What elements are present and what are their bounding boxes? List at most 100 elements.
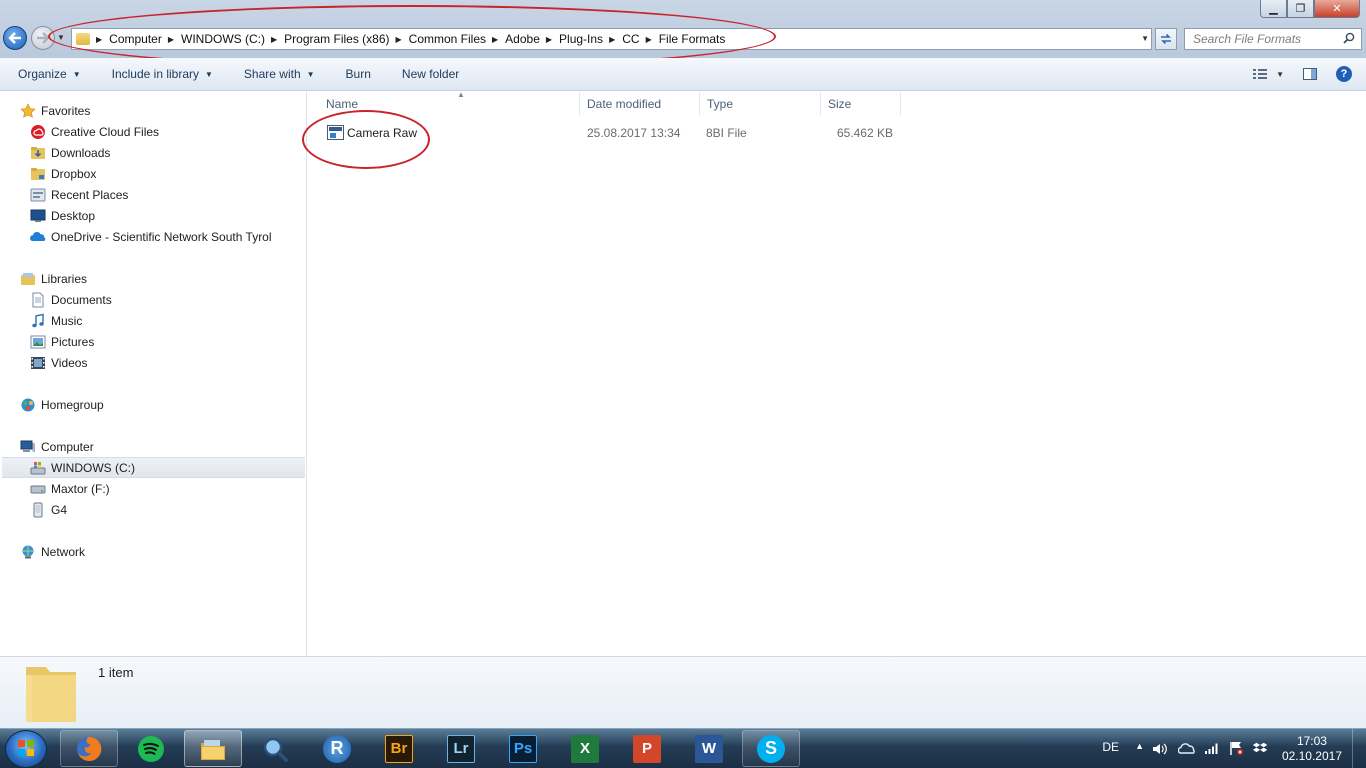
refresh-button[interactable] <box>1155 28 1177 50</box>
documents-icon <box>32 292 44 307</box>
chevron-down-icon: ▼ <box>306 69 315 79</box>
preview-pane-icon[interactable] <box>1302 66 1318 82</box>
breadcrumb-separator-icon[interactable]: ▶ <box>396 35 402 44</box>
address-bar[interactable]: ▶ Computer ▶ WINDOWS (C:) ▶ Program Files … <box>71 28 1152 50</box>
action-center-flag-icon[interactable] <box>1228 740 1244 756</box>
taskbar-file-explorer[interactable] <box>184 730 242 767</box>
taskbar-powerpoint[interactable]: P <box>618 730 676 767</box>
column-header-type[interactable]: Type <box>700 92 821 116</box>
word-icon: W <box>695 734 723 763</box>
taskbar-firefox[interactable] <box>60 730 118 767</box>
breadcrumb-item[interactable]: Computer ▶ <box>109 32 181 46</box>
nav-item-maxtor-f[interactable]: Maxtor (F:) <box>0 478 305 499</box>
taskbar-photoshop[interactable]: Ps <box>494 730 552 767</box>
title-bar: ▁ ❐ ✕ ▼ ▶ Computer ▶ WINDOWS (C:) ▶ Progra… <box>0 0 1366 58</box>
details-pane: 1 item <box>0 656 1366 728</box>
nav-item-documents[interactable]: Documents <box>0 289 305 310</box>
breadcrumb-separator-icon[interactable]: ▶ <box>492 35 498 44</box>
breadcrumb-item[interactable]: WINDOWS (C:) ▶ <box>181 32 284 46</box>
change-view-button[interactable]: ▼ <box>1252 66 1284 82</box>
show-desktop-button[interactable] <box>1352 729 1366 768</box>
nav-item-windows-c[interactable]: WINDOWS (C:) <box>2 457 305 478</box>
file-row[interactable]: Camera Raw 25.08.2017 13:34 8BI File 65.… <box>308 122 908 144</box>
column-header-size[interactable]: Size <box>821 92 901 116</box>
new-folder-button[interactable]: New folder <box>402 67 459 81</box>
nav-item-g4[interactable]: G4 <box>0 499 305 520</box>
start-button[interactable] <box>5 730 47 768</box>
nav-libraries[interactable]: Libraries <box>0 268 305 289</box>
nav-item-desktop[interactable]: Desktop <box>0 205 305 226</box>
breadcrumb-item[interactable]: Program Files (x86) ▶ <box>284 32 409 46</box>
nav-homegroup[interactable]: Homegroup <box>0 394 305 415</box>
nav-item-recent-places[interactable]: Recent Places <box>0 184 305 205</box>
dropbox-tray-icon[interactable] <box>1252 740 1268 756</box>
show-hidden-icons-icon[interactable]: ▲ <box>1135 741 1144 751</box>
language-indicator[interactable]: DE <box>1102 740 1119 754</box>
taskbar-skype[interactable]: S <box>742 730 800 767</box>
search-icon[interactable] <box>1343 32 1355 44</box>
breadcrumb-separator-icon[interactable]: ▶ <box>609 35 615 44</box>
nav-item-downloads[interactable]: Downloads <box>0 142 305 163</box>
nav-item-onedrive[interactable]: OneDrive - Scientific Network South Tyro… <box>0 226 305 247</box>
taskbar: R Br Lr Ps X P W S DE ▲ 17:03 02.10.2017 <box>0 728 1366 768</box>
nav-item-music[interactable]: Music <box>0 310 305 331</box>
back-button[interactable] <box>3 26 27 50</box>
onedrive-tray-icon[interactable] <box>1178 742 1196 755</box>
column-header-name[interactable]: Name ▲ <box>319 90 580 116</box>
arrow-right-icon <box>37 32 50 44</box>
clock[interactable]: 17:03 02.10.2017 <box>1282 734 1342 764</box>
taskbar-word[interactable]: W <box>680 730 738 767</box>
nav-item-pictures[interactable]: Pictures <box>0 331 305 352</box>
breadcrumb-item[interactable]: Common Files ▶ <box>409 32 506 46</box>
recent-pages-dropdown[interactable]: ▼ <box>57 33 65 42</box>
taskbar-lightroom[interactable]: Lr <box>432 730 490 767</box>
nav-computer[interactable]: Computer <box>0 436 305 457</box>
breadcrumb-separator-icon[interactable]: ▶ <box>646 35 652 44</box>
breadcrumb-item-current[interactable]: File Formats <box>659 32 726 46</box>
breadcrumb-item[interactable]: Plug-Ins ▶ <box>559 32 622 46</box>
include-in-library-menu[interactable]: Include in library ▼ <box>112 67 213 81</box>
burn-button[interactable]: Burn <box>346 67 371 81</box>
address-dropdown-icon[interactable]: ▼ <box>1141 34 1149 43</box>
close-button[interactable]: ✕ <box>1314 0 1360 18</box>
nav-item-videos[interactable]: Videos <box>0 352 305 373</box>
taskbar-bridge[interactable]: Br <box>370 730 428 767</box>
downloads-folder-icon <box>31 146 45 159</box>
nav-item-creative-cloud[interactable]: Creative Cloud Files <box>0 121 305 142</box>
breadcrumb-separator-icon[interactable]: ▶ <box>271 35 277 44</box>
sort-ascending-icon: ▲ <box>457 90 465 99</box>
refresh-icon <box>1161 33 1171 45</box>
maximize-button[interactable]: ❐ <box>1287 0 1314 18</box>
file-date-modified: 25.08.2017 13:34 <box>587 126 681 140</box>
share-with-menu[interactable]: Share with ▼ <box>244 67 315 81</box>
network-icon <box>22 545 34 558</box>
breadcrumb-separator-icon[interactable]: ▶ <box>168 35 174 44</box>
nav-network[interactable]: Network <box>0 541 305 562</box>
forward-button[interactable] <box>31 26 55 50</box>
file-name[interactable]: Camera Raw <box>347 126 417 140</box>
breadcrumb-separator-icon[interactable]: ▶ <box>96 35 102 44</box>
nav-item-dropbox[interactable]: Dropbox <box>0 163 305 184</box>
desktop-icon <box>30 209 46 222</box>
taskbar-excel[interactable]: X <box>556 730 614 767</box>
nav-favorites[interactable]: Favorites <box>0 100 305 121</box>
taskbar-r[interactable]: R <box>308 730 366 767</box>
clock-time: 17:03 <box>1296 734 1327 748</box>
taskbar-magnifier[interactable] <box>246 730 304 767</box>
file-list-pane: Name ▲ Date modified Type Size Camera Ra… <box>308 90 1366 656</box>
search-box[interactable] <box>1184 28 1362 50</box>
volume-icon[interactable] <box>1152 742 1168 756</box>
help-icon[interactable]: ? <box>1336 66 1352 82</box>
taskbar-spotify[interactable] <box>122 730 180 767</box>
breadcrumb-separator-icon[interactable]: ▶ <box>546 35 552 44</box>
search-input[interactable] <box>1193 32 1343 46</box>
column-header-date-modified[interactable]: Date modified <box>580 92 700 116</box>
network-signal-icon[interactable] <box>1204 741 1220 755</box>
breadcrumb-item[interactable]: Adobe ▶ <box>505 32 559 46</box>
dropbox-folder-icon <box>31 167 45 180</box>
breadcrumb-item[interactable]: CC ▶ <box>622 32 659 46</box>
homegroup-icon <box>21 398 35 411</box>
computer-icon <box>20 440 35 452</box>
minimize-button[interactable]: ▁ <box>1260 0 1287 18</box>
organize-menu[interactable]: Organize ▼ <box>18 67 81 81</box>
